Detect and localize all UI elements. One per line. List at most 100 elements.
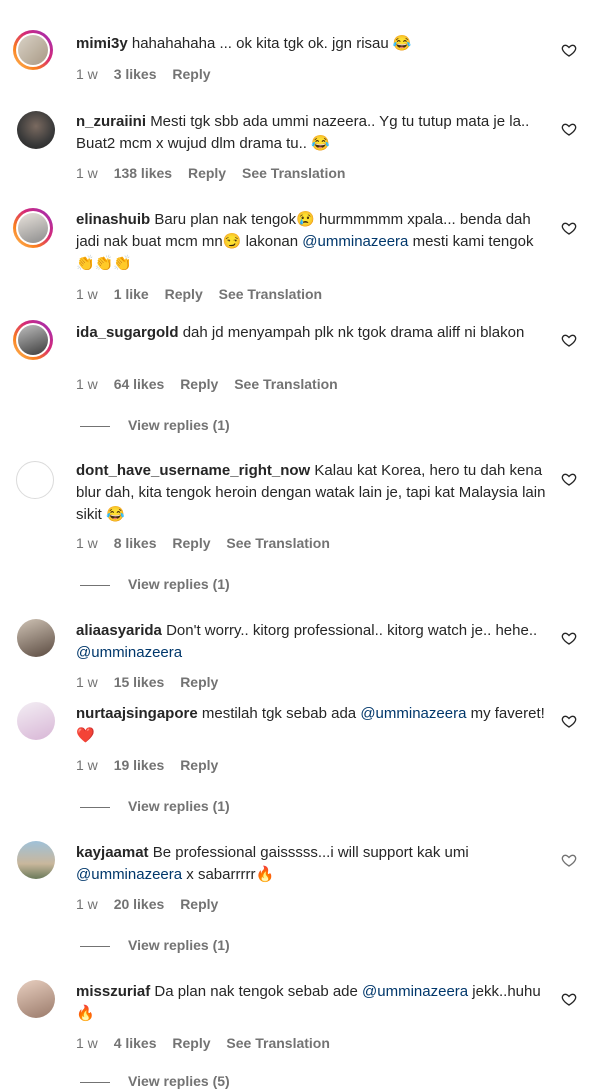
comment-username[interactable]: kayjaamat [76, 844, 149, 861]
heart-icon[interactable] [561, 630, 577, 646]
comment-meta: 1 w 8 likes Reply See Translation [76, 535, 342, 551]
comment-likes[interactable]: 8 likes [114, 535, 157, 551]
see-translation-button[interactable]: See Translation [219, 286, 322, 302]
comment-body: Da plan nak tengok sebab ade [154, 983, 363, 1000]
comment-body: mestilah tgk sebab ada [201, 705, 361, 722]
reply-button[interactable]: Reply [188, 165, 226, 181]
comment-text: mimi3y hahahahaha ... ok kita tgk ok. jg… [76, 33, 546, 55]
heart-icon[interactable] [561, 220, 577, 236]
avatar[interactable] [17, 619, 55, 657]
comment-username[interactable]: ida_sugargold [76, 324, 179, 341]
view-replies-label: View replies (1) [128, 937, 230, 953]
comment-text: kayjaamat Be professional gaisssss...i w… [76, 842, 546, 886]
comment-likes[interactable]: 15 likes [114, 674, 165, 690]
reply-button[interactable]: Reply [172, 66, 210, 82]
avatar[interactable] [13, 30, 53, 70]
comment-time[interactable]: 1 w [76, 535, 98, 551]
heart-icon[interactable] [561, 332, 577, 348]
comment-time[interactable]: 1 w [76, 66, 98, 82]
reply-button[interactable]: Reply [180, 757, 218, 773]
mention-link[interactable]: @umminazeera [76, 866, 182, 883]
avatar[interactable] [17, 980, 55, 1018]
heart-icon[interactable] [561, 991, 577, 1007]
comment-body: Don't worry.. kitorg professional.. kito… [166, 622, 538, 639]
divider [80, 945, 110, 947]
comment-text: n_zuraiini Mesti tgk sbb ada ummi nazeer… [76, 111, 546, 155]
comment-meta: 1 w 19 likes Reply [76, 757, 230, 773]
view-replies-button[interactable]: View replies (1) [80, 798, 230, 814]
comment-body: hahahahaha ... ok kita tgk ok. jgn risau… [131, 35, 412, 52]
comment-username[interactable]: aliaasyarida [76, 622, 162, 639]
mention-link[interactable]: @umminazeera [362, 983, 468, 1000]
avatar[interactable] [17, 841, 55, 879]
see-translation-button[interactable]: See Translation [242, 165, 345, 181]
see-translation-button[interactable]: See Translation [226, 1035, 329, 1051]
reply-button[interactable]: Reply [180, 896, 218, 912]
reply-button[interactable]: Reply [180, 376, 218, 392]
comment-time[interactable]: 1 w [76, 165, 98, 181]
comment-time[interactable]: 1 w [76, 1035, 98, 1051]
comment-meta: 1 w 1 like Reply See Translation [76, 286, 334, 302]
comment-username[interactable]: nurtaajsingapore [76, 705, 198, 722]
view-replies-label: View replies (1) [128, 576, 230, 592]
comment-meta: 1 w 4 likes Reply See Translation [76, 1035, 342, 1051]
comment-meta: 1 w 15 likes Reply [76, 674, 230, 690]
comment-text: elinashuib Baru plan nak tengok😢 hurmmmm… [76, 209, 546, 275]
comment-meta: 1 w 64 likes Reply See Translation [76, 376, 350, 392]
reply-button[interactable]: Reply [180, 674, 218, 690]
avatar[interactable] [17, 111, 55, 149]
divider [80, 806, 110, 808]
comment-meta: 1 w 20 likes Reply [76, 896, 230, 912]
comment-text: dont_have_username_right_now Kalau kat K… [76, 460, 546, 526]
comment-time[interactable]: 1 w [76, 674, 98, 690]
view-replies-label: View replies (1) [128, 798, 230, 814]
avatar[interactable] [16, 461, 54, 499]
comment-likes[interactable]: 64 likes [114, 376, 165, 392]
comment-meta: 1 w 3 likes Reply [76, 66, 223, 82]
see-translation-button[interactable]: See Translation [226, 535, 329, 551]
comment-username[interactable]: elinashuib [76, 211, 150, 228]
see-translation-button[interactable]: See Translation [234, 376, 337, 392]
comment-text: misszuriaf Da plan nak tengok sebab ade … [76, 981, 546, 1025]
comment-text: nurtaajsingapore mestilah tgk sebab ada … [76, 703, 546, 747]
view-replies-button[interactable]: View replies (5) [80, 1073, 230, 1089]
comment-time[interactable]: 1 w [76, 376, 98, 392]
heart-icon[interactable] [561, 713, 577, 729]
comment-username[interactable]: mimi3y [76, 35, 128, 52]
comment-body: dah jd menyampah plk nk tgok drama aliff… [182, 324, 525, 341]
heart-icon[interactable] [561, 42, 577, 58]
comment-likes[interactable]: 4 likes [114, 1035, 157, 1051]
mention-link[interactable]: @umminazeera [76, 644, 182, 661]
comment-username[interactable]: misszuriaf [76, 983, 150, 1000]
heart-icon[interactable] [561, 121, 577, 137]
view-replies-label: View replies (1) [128, 417, 230, 433]
heart-icon[interactable] [561, 852, 577, 868]
comment-likes[interactable]: 3 likes [114, 66, 157, 82]
view-replies-label: View replies (5) [128, 1073, 230, 1089]
comment-body: Be professional gaisssss...i will suppor… [152, 844, 469, 861]
comment-text: aliaasyarida Don't worry.. kitorg profes… [76, 620, 546, 664]
heart-icon[interactable] [561, 471, 577, 487]
reply-button[interactable]: Reply [172, 535, 210, 551]
comment-likes[interactable]: 19 likes [114, 757, 165, 773]
reply-button[interactable]: Reply [172, 1035, 210, 1051]
mention-link[interactable]: @umminazeera [302, 233, 408, 250]
comment-time[interactable]: 1 w [76, 286, 98, 302]
comment-likes[interactable]: 138 likes [114, 165, 172, 181]
avatar[interactable] [13, 320, 53, 360]
reply-button[interactable]: Reply [165, 286, 203, 302]
avatar[interactable] [17, 702, 55, 740]
view-replies-button[interactable]: View replies (1) [80, 417, 230, 433]
comment-time[interactable]: 1 w [76, 757, 98, 773]
view-replies-button[interactable]: View replies (1) [80, 576, 230, 592]
mention-link[interactable]: @umminazeera [360, 705, 466, 722]
avatar[interactable] [13, 208, 53, 248]
comment-likes[interactable]: 20 likes [114, 896, 165, 912]
divider [80, 584, 110, 586]
comment-username[interactable]: dont_have_username_right_now [76, 462, 310, 479]
view-replies-button[interactable]: View replies (1) [80, 937, 230, 953]
comment-likes[interactable]: 1 like [114, 286, 149, 302]
comment-username[interactable]: n_zuraiini [76, 113, 146, 130]
comment-time[interactable]: 1 w [76, 896, 98, 912]
divider [80, 425, 110, 427]
